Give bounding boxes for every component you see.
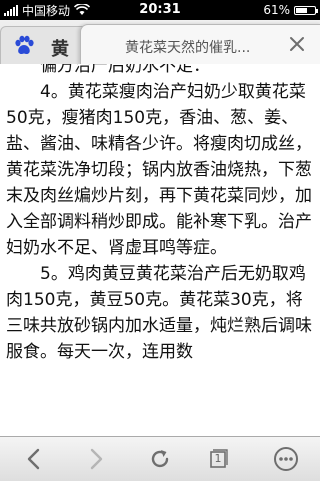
status-bar: 中国移动 20:31 61% [0, 0, 320, 20]
back-button[interactable] [18, 443, 50, 475]
article-paragraph: 偏方治产后奶水不足： [40, 64, 210, 76]
menu-button[interactable] [270, 443, 302, 475]
refresh-icon [151, 450, 169, 468]
refresh-button[interactable] [144, 443, 176, 475]
background-tab-title: 黄 [51, 39, 69, 60]
forward-button[interactable] [80, 443, 112, 475]
battery-icon [294, 5, 318, 15]
chevron-right-icon [90, 448, 103, 470]
baidu-paw-icon [15, 35, 34, 55]
tabs-button[interactable]: 1 [202, 443, 234, 475]
article-paragraph: 4。黄花菜瘦肉治产妇奶少取黄花菜50克，瘦猪肉150克，香油、葱、姜、盐、酱油、… [6, 82, 312, 258]
active-tab-title: 黄花菜天然的催乳... [125, 40, 251, 56]
chevron-left-icon [27, 448, 40, 470]
status-right: 61% [263, 0, 318, 20]
battery-fill [296, 7, 307, 13]
active-tab[interactable]: 黄花菜天然的催乳... [80, 24, 320, 65]
close-tab-icon[interactable] [289, 36, 305, 52]
article-paragraph: 5。鸡肉黄豆黄花菜治产后无奶取鸡肉150克，黄豆50克。黄花菜30克，将三味共放… [6, 264, 312, 362]
article-content: 偏方治产后奶水不足： 4。黄花菜瘦肉治产妇奶少取黄花菜50克，瘦猪肉150克，香… [0, 64, 320, 436]
tab-count: 1 [214, 452, 222, 465]
more-icon [274, 447, 298, 471]
battery-percent: 61% [263, 3, 290, 17]
tab-bar: 黄 黄花菜天然的催乳... [0, 20, 320, 65]
tab-count-icon: 1 [208, 449, 228, 469]
browser-toolbar: 1 [0, 436, 320, 481]
